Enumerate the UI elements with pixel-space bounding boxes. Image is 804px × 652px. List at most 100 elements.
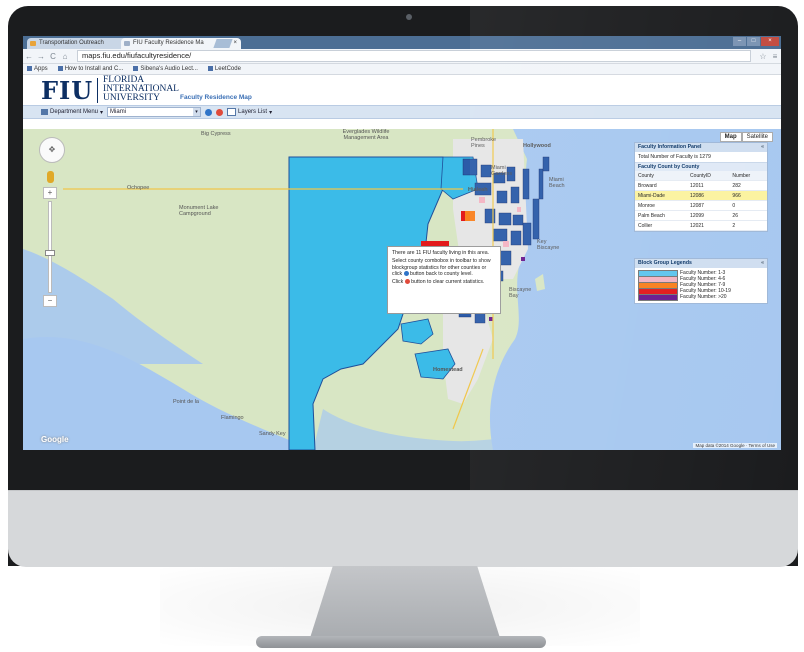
screen: Transportation Outreach × FIU Faculty Re… xyxy=(23,36,781,450)
minimize-button[interactable]: – xyxy=(733,37,746,46)
chevron-down-icon: ▾ xyxy=(193,108,201,116)
back-button-icon xyxy=(403,271,409,277)
block-group-legend-panel: Block Group Legends « Faculty Number: 1-… xyxy=(634,258,768,304)
legend-item: Faculty Number: >20 xyxy=(638,293,764,301)
bookmark-leetcode[interactable]: LeetCode xyxy=(207,65,241,72)
bookmark-icon xyxy=(133,65,139,71)
map-label-everglades-wma: Everglades Wildlife Management Area xyxy=(342,129,390,141)
google-logo: Google xyxy=(41,435,69,444)
map-label-miami-gardens: Miami Gardens xyxy=(491,165,513,177)
map-label-key-biscayne: Key Biscayne xyxy=(537,239,560,251)
zoom-back-icon[interactable] xyxy=(205,108,213,116)
column-header[interactable]: Number xyxy=(729,171,767,181)
page-title: Faculty Residence Map xyxy=(180,94,252,101)
popup-count-text: There are 11 FIU faculty living in this … xyxy=(392,250,490,256)
zoom-control: + − xyxy=(43,187,57,307)
legend-swatch xyxy=(638,293,678,301)
logo-divider xyxy=(97,78,98,103)
apps-icon xyxy=(27,65,32,71)
zoom-slider[interactable] xyxy=(45,201,55,293)
menu-icon[interactable]: ≡ xyxy=(769,52,781,61)
legend-header: Block Group Legends « xyxy=(635,259,767,268)
map-label-point-de-la: Point de la xyxy=(173,399,199,405)
close-tab-icon[interactable]: × xyxy=(233,38,237,49)
map-attribution[interactable]: Map data ©2014 Google · Terms of Use xyxy=(693,443,777,448)
county-table-title: Faculty Count by County xyxy=(635,163,767,171)
map-type-control: Map Satellite xyxy=(719,132,773,142)
collapse-icon[interactable]: « xyxy=(761,143,764,152)
map-canvas[interactable]: Big Cypress Everglades Wildlife Manageme… xyxy=(23,129,781,450)
site-header: FIU FLORIDA INTERNATIONAL UNIVERSITY Fac… xyxy=(23,75,781,105)
panel-header: Faculty Information Panel « xyxy=(635,143,767,152)
layers-icon xyxy=(227,108,237,116)
forward-arrow-icon[interactable]: → xyxy=(35,52,47,61)
map-type-satellite-button[interactable]: Satellite xyxy=(741,132,773,142)
blockgroup-high-2[interactable] xyxy=(461,211,465,221)
county-select[interactable]: Miami ▾ xyxy=(107,107,202,117)
map-label-sandy-key: Sandy Key xyxy=(259,431,286,437)
monitor-chin xyxy=(8,490,798,567)
popup-instructions: Select county combobox in toolbar to sho… xyxy=(392,258,491,277)
pan-control[interactable]: ✥ xyxy=(39,137,65,163)
map-label-miami-beach: Miami Beach xyxy=(549,177,565,189)
close-window-button[interactable]: × xyxy=(761,37,779,46)
star-icon[interactable]: ☆ xyxy=(757,52,769,61)
zoom-out-button[interactable]: − xyxy=(43,295,57,307)
popup-clear-text: Click button to clear current statistics… xyxy=(392,279,485,286)
map-label-hialeah: Hialeah xyxy=(468,187,488,193)
map-label-pembroke-pines: Pembroke Pines xyxy=(471,137,497,149)
chevron-down-icon: ▾ xyxy=(269,109,273,116)
map-type-map-button[interactable]: Map xyxy=(719,132,742,142)
table-row[interactable]: Collier 12021 2 xyxy=(635,220,767,231)
map-label-big-cypress: Big Cypress xyxy=(201,131,231,137)
department-menu-button[interactable]: Department Menu ▾ xyxy=(41,109,103,116)
table-row[interactable]: Monroe 12087 0 xyxy=(635,200,767,211)
column-header[interactable]: County xyxy=(635,171,688,181)
back-arrow-icon[interactable]: ← xyxy=(23,52,35,61)
new-tab-button[interactable] xyxy=(213,39,233,48)
clear-button-icon xyxy=(404,279,410,285)
address-bar: ← → C ⌂ maps.fiu.edu/fiufacultyresidence… xyxy=(23,49,781,64)
map-label-hollywood: Hollywood xyxy=(523,143,551,149)
clear-statistics-icon[interactable] xyxy=(216,108,224,116)
grid-icon xyxy=(41,109,48,115)
street-view-pegman-icon[interactable] xyxy=(47,171,54,183)
zoom-in-button[interactable]: + xyxy=(43,187,57,199)
map-label-biscayne-bay: Biscayne Bay xyxy=(509,287,532,299)
webcam-icon xyxy=(406,14,412,20)
bookmark-apps[interactable]: Apps xyxy=(27,65,48,72)
monitor-base xyxy=(256,636,546,648)
bookmarks-bar: Apps How to Install and C... Sibena's Au… xyxy=(23,64,781,75)
favicon-icon xyxy=(124,41,130,46)
table-row-selected[interactable]: Miami-Dade 12086 966 xyxy=(635,190,767,201)
browser-tab-strip: Transportation Outreach × FIU Faculty Re… xyxy=(23,36,781,49)
collapse-icon[interactable]: « xyxy=(761,259,764,268)
monitor-stand xyxy=(310,566,500,638)
reload-icon[interactable]: C xyxy=(47,52,59,61)
bookmark-icon xyxy=(207,65,213,71)
faculty-total: Total Number of Faculty is 1279 xyxy=(635,152,767,163)
table-row[interactable]: Palm Beach 12099 26 xyxy=(635,210,767,221)
tab-label: FIU Faculty Residence Ma xyxy=(133,40,204,46)
faculty-information-panel: Faculty Information Panel « Total Number… xyxy=(634,142,768,232)
bookmark-audio[interactable]: Sibena's Audio Lect... xyxy=(133,65,198,72)
university-name: FLORIDA INTERNATIONAL UNIVERSITY xyxy=(103,75,179,103)
info-popup: There are 11 FIU faculty living in this … xyxy=(387,246,501,314)
map-label-monument-lake: Monument Lake Campground xyxy=(179,205,219,217)
fiu-logo[interactable]: FIU xyxy=(41,76,93,105)
legend-list: Faculty Number: 1-3 Faculty Number: 4-6 … xyxy=(635,268,767,303)
zoom-slider-handle[interactable] xyxy=(45,250,55,256)
tab-label: Transportation Outreach xyxy=(39,40,104,46)
layers-list-button[interactable]: Layers List ▾ xyxy=(227,108,272,116)
map-label-ochopee: Ochopee xyxy=(127,185,150,191)
map-label-homestead: Homestead xyxy=(433,367,463,373)
chevron-down-icon: ▾ xyxy=(100,109,104,116)
table-row[interactable]: Broward 12011 282 xyxy=(635,180,767,191)
bookmark-install[interactable]: How to Install and C... xyxy=(57,65,123,72)
url-input[interactable]: maps.fiu.edu/fiufacultyresidence/ xyxy=(77,50,751,62)
column-header[interactable]: CountyID xyxy=(687,171,730,181)
map-toolbar: Department Menu ▾ Miami ▾ Layers List ▾ xyxy=(23,105,781,119)
table-header-row: County CountyID Number xyxy=(635,171,767,181)
home-icon[interactable]: ⌂ xyxy=(59,52,71,61)
maximize-button[interactable]: □ xyxy=(747,37,760,46)
